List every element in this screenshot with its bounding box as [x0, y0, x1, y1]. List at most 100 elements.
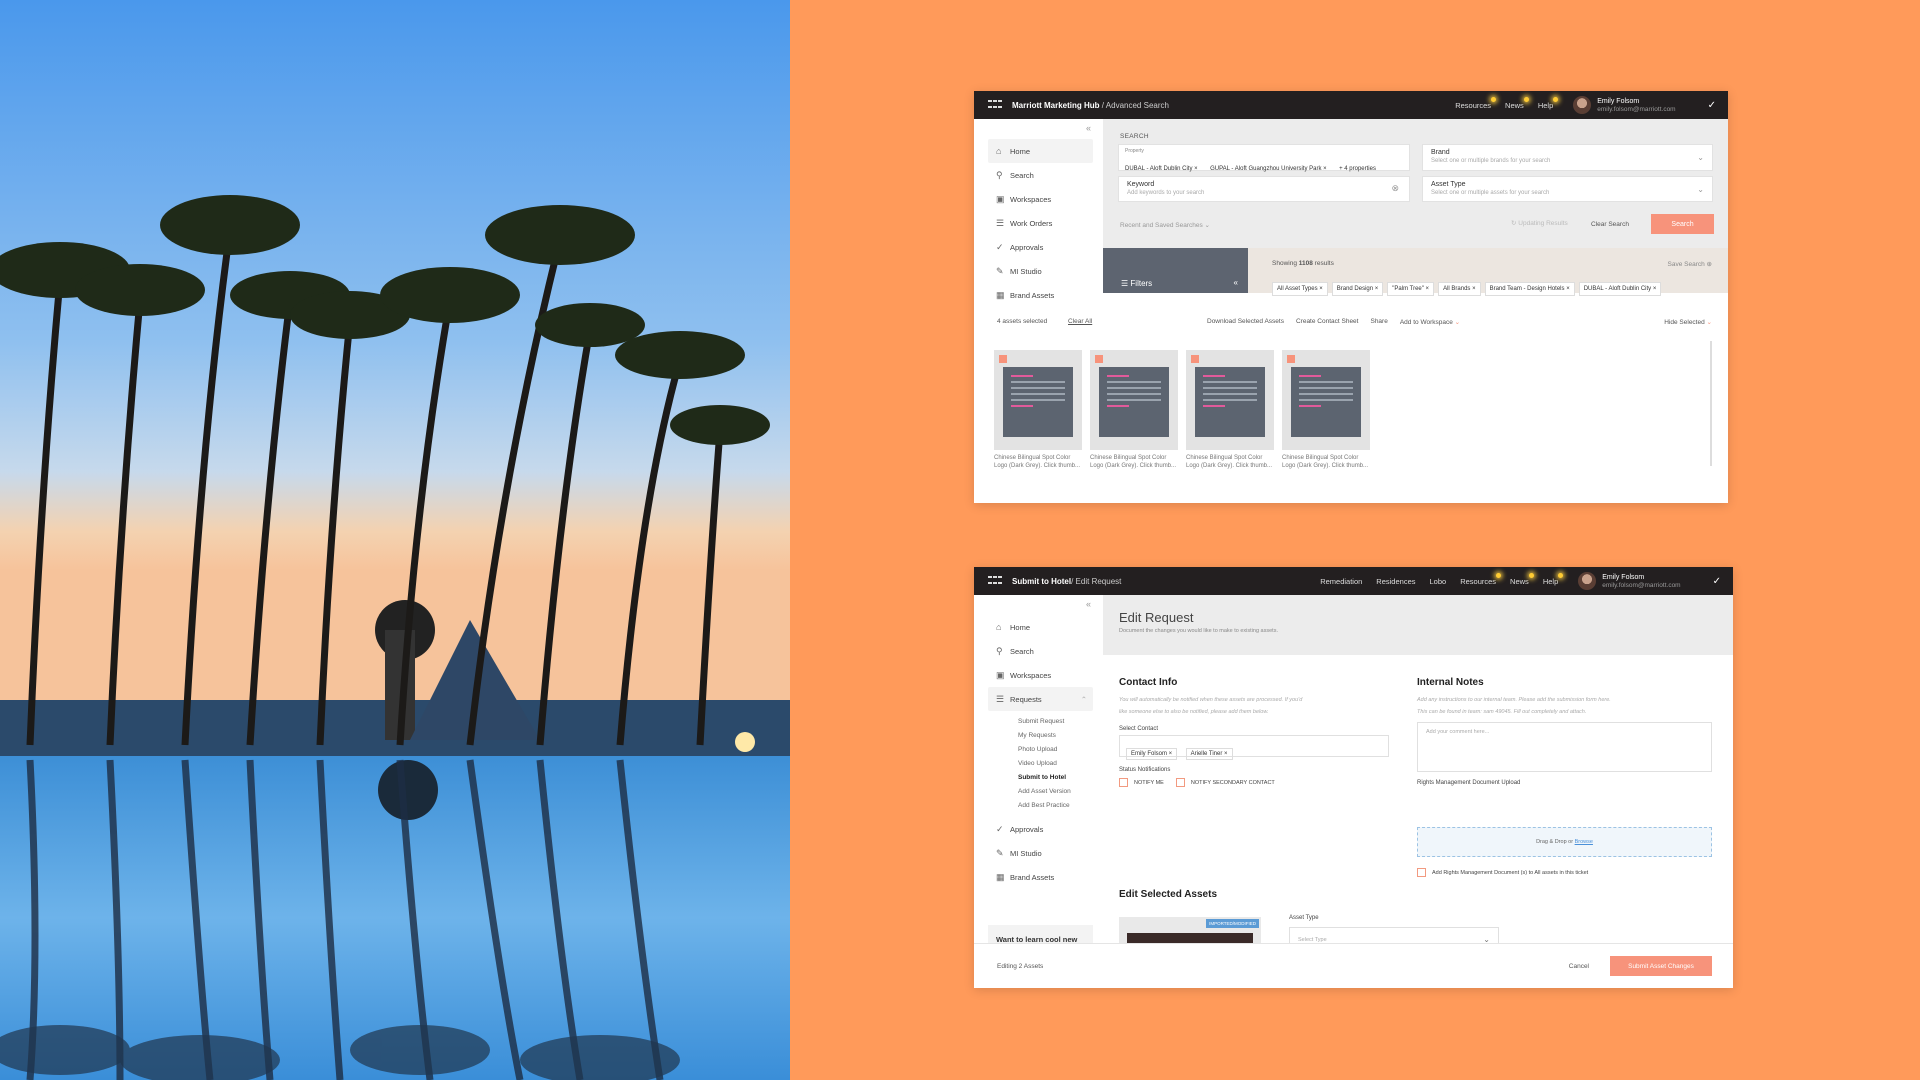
sidebar-item-label: Requests [1010, 694, 1042, 704]
scrollbar[interactable] [1710, 341, 1712, 466]
brand-logo[interactable] [988, 100, 1002, 110]
nav-help[interactable]: Help [1538, 96, 1559, 110]
edit-icon: ✎ [996, 847, 1004, 858]
filters-toggle[interactable]: ☰ Filters « [1103, 248, 1248, 293]
submenu-photo-upload[interactable]: Photo Upload [974, 743, 1103, 757]
sidebar-item-brand-assets[interactable]: ▦ Brand Assets [974, 283, 1103, 307]
apply-all-checkbox[interactable]: Add Rights Management Document (s) to Al… [1417, 868, 1588, 877]
collapse-icon[interactable]: « [1086, 599, 1091, 609]
sidebar-item-brand-assets[interactable]: ▦ Brand Assets [974, 865, 1103, 889]
search-button[interactable]: Search [1651, 214, 1714, 234]
share-button[interactable]: Share [1370, 318, 1387, 326]
contact-chip[interactable]: Arielle Tiner × [1185, 748, 1233, 760]
sidebar-item-work-orders[interactable]: ☰ Work Orders [974, 211, 1103, 235]
nav-news[interactable]: News [1510, 572, 1534, 586]
property-field[interactable]: Property DUBAL - Aloft Dublin City × GUP… [1118, 144, 1410, 172]
check-icon: ✓ [996, 241, 1004, 252]
comment-textarea[interactable]: Add your comment here... [1417, 722, 1712, 772]
avatar [1573, 96, 1592, 114]
nav-remediation[interactable]: Remediation [1320, 577, 1362, 586]
browse-link[interactable]: Browse [1575, 839, 1593, 845]
sidebar-item-search[interactable]: ⚲ Search [974, 639, 1103, 663]
sidebar-item-search[interactable]: ⚲ Search [974, 163, 1103, 187]
keyword-input[interactable]: Keyword Add keywords to your search ⊗ [1118, 176, 1410, 202]
brand-logo[interactable] [988, 576, 1002, 586]
sidebar-item-label: Brand Assets [1010, 872, 1055, 882]
save-search-button[interactable]: Save Search ⊕ [1668, 260, 1712, 268]
breadcrumb-app[interactable]: Submit to Hotel [1012, 577, 1071, 586]
more-properties[interactable]: + 4 properties [1339, 166, 1376, 172]
sidebar-item-workspaces[interactable]: ▣ Workspaces [974, 187, 1103, 211]
nav-lobo[interactable]: Lobo [1430, 577, 1447, 586]
brand-select[interactable]: Brand Select one or multiple brands for … [1422, 144, 1713, 171]
collapse-icon[interactable]: « [1234, 278, 1238, 287]
user-menu[interactable]: Emily Folsom emily.folsom@marriott.com [1573, 96, 1676, 114]
submit-asset-changes-button[interactable]: Submit Asset Changes [1610, 956, 1712, 976]
nav-resources[interactable]: Resources [1460, 572, 1501, 586]
sidebar-item-approvals[interactable]: ✓ Approvals [974, 817, 1103, 841]
upload-dropzone[interactable]: Drag & Drop or Browse [1417, 827, 1712, 857]
contact-select[interactable]: Emily Folsom × Arielle Tiner × [1119, 735, 1389, 760]
chevron-down-icon[interactable]: ✓ [1713, 576, 1721, 587]
user-email: emily.folsom@marriott.com [1602, 581, 1681, 589]
chevron-down-icon[interactable]: ✓ [1708, 100, 1716, 111]
notify-me-checkbox[interactable]: NOTIFY ME [1119, 778, 1164, 787]
upload-label: Rights Management Document Upload [1417, 780, 1521, 786]
nav-residences[interactable]: Residences [1376, 577, 1415, 586]
sidebar-item-home[interactable]: ⌂ Home [988, 139, 1093, 163]
notify-secondary-checkbox[interactable]: NOTIFY SECONDARY CONTACT [1175, 778, 1275, 787]
filter-tag[interactable]: Brand Design × [1331, 282, 1384, 296]
sidebar-item-mi-studio[interactable]: ✎ MI Studio [974, 841, 1103, 865]
submenu-add-asset-version[interactable]: Add Asset Version [974, 785, 1103, 799]
search-icon: ⚲ [996, 645, 1003, 656]
sidebar-item-mi-studio[interactable]: ✎ MI Studio [974, 259, 1103, 283]
checkbox-checked[interactable] [1095, 355, 1103, 363]
sidebar-item-label: Workspaces [1010, 670, 1052, 680]
create-contact-sheet-button[interactable]: Create Contact Sheet [1296, 318, 1359, 326]
submenu-submit-to-hotel[interactable]: Submit to Hotel [974, 771, 1103, 785]
submenu-video-upload[interactable]: Video Upload [974, 757, 1103, 771]
asset-card[interactable]: Chinese Bilingual Spot Color Logo (Dark … [1186, 350, 1274, 469]
sidebar-item-home[interactable]: ⌂ Home [974, 615, 1103, 639]
download-selected-button[interactable]: Download Selected Assets [1207, 318, 1284, 326]
recent-searches[interactable]: Recent and Saved Searches ⌄ [1120, 221, 1210, 229]
filter-tag[interactable]: DUBAL - Aloft Dublin City × [1578, 282, 1662, 296]
submenu-submit-request[interactable]: Submit Request [974, 715, 1103, 729]
asset-card[interactable]: Chinese Bilingual Spot Color Logo (Dark … [1282, 350, 1370, 469]
sidebar-item-workspaces[interactable]: ▣ Workspaces [974, 663, 1103, 687]
clear-search-button[interactable]: Clear Search [1591, 221, 1629, 228]
nav-help[interactable]: Help [1543, 572, 1564, 586]
add-to-workspace-button[interactable]: Add to Workspace ⌄ [1400, 318, 1460, 326]
asset-card[interactable]: Chinese Bilingual Spot Color Logo (Dark … [994, 350, 1082, 469]
internal-note: This can be found in team: sam 49045. Fi… [1417, 709, 1587, 715]
hide-selected-toggle[interactable]: Hide Selected ⌄ [1664, 318, 1712, 326]
filter-tag[interactable]: All Asset Types × [1272, 282, 1328, 296]
filter-tag[interactable]: Brand Team - Design Hotels × [1484, 282, 1575, 296]
search-icon: ⚲ [996, 169, 1003, 180]
breadcrumb-app[interactable]: Marriott Marketing Hub [1012, 101, 1100, 110]
property-chip[interactable]: GUPAL - Aloft Guangzhou University Park … [1210, 166, 1327, 172]
asset-type-placeholder: Select one or multiple assets for your s… [1431, 190, 1550, 196]
filter-tag[interactable]: All Brands × [1438, 282, 1481, 296]
clear-icon[interactable]: ⊗ [1391, 183, 1399, 194]
clear-all-link[interactable]: Clear All [1068, 318, 1092, 325]
contact-chip[interactable]: Emily Folsom × [1126, 748, 1178, 760]
checkbox-checked[interactable] [1287, 355, 1295, 363]
nav-news[interactable]: News [1505, 96, 1529, 110]
checkbox-checked[interactable] [999, 355, 1007, 363]
property-chip[interactable]: DUBAL - Aloft Dublin City × [1125, 166, 1198, 172]
checkbox-checked[interactable] [1191, 355, 1199, 363]
nav-resources[interactable]: Resources [1455, 96, 1496, 110]
sidebar-item-requests[interactable]: ☰ Requests ⌃ [988, 687, 1093, 711]
asset-type-select[interactable]: Asset Type Select one or multiple assets… [1422, 176, 1713, 202]
collapse-icon[interactable]: « [1086, 123, 1091, 133]
user-menu[interactable]: Emily Folsom emily.folsom@marriott.com [1578, 572, 1681, 590]
sidebar-item-approvals[interactable]: ✓ Approvals [974, 235, 1103, 259]
filter-tag[interactable]: "Palm Tree" × [1387, 282, 1435, 296]
asset-card[interactable]: Chinese Bilingual Spot Color Logo (Dark … [1090, 350, 1178, 469]
submenu-add-best-practice[interactable]: Add Best Practice [974, 799, 1103, 813]
cancel-button[interactable]: Cancel [1569, 963, 1589, 970]
breadcrumb-page: / Edit Request [1071, 576, 1122, 586]
submenu-my-requests[interactable]: My Requests [974, 729, 1103, 743]
contact-note: You will automatically be notified when … [1119, 697, 1303, 703]
